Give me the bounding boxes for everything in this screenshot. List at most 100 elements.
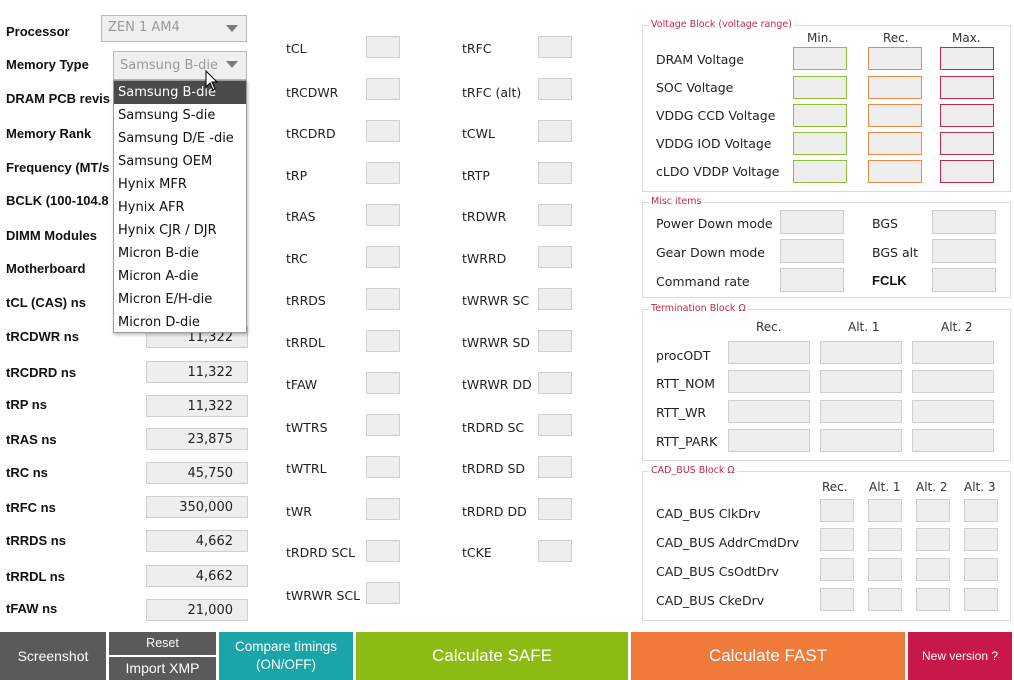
rtt-wr-alt1-field[interactable] xyxy=(820,400,902,423)
dropdown-option[interactable]: Hynix MFR xyxy=(114,173,246,196)
timing-field[interactable] xyxy=(366,288,400,310)
trfc-ns-field[interactable]: 350,000 xyxy=(146,496,248,518)
csodtdrv-alt2-field[interactable] xyxy=(916,558,950,581)
clkdrv-alt3-field[interactable] xyxy=(964,499,998,522)
soc-voltage-min-field[interactable] xyxy=(793,76,847,99)
bgs-alt-field[interactable] xyxy=(932,239,996,263)
rtt-wr-rec-field[interactable] xyxy=(728,400,810,423)
timing-field[interactable] xyxy=(366,162,400,184)
trrds-ns-field[interactable]: 4,662 xyxy=(146,530,248,552)
trp-ns-field[interactable]: 11,322 xyxy=(146,395,248,417)
dropdown-option[interactable]: Samsung OEM xyxy=(114,150,246,173)
calculate-fast-button[interactable]: Calculate FAST xyxy=(631,632,905,680)
timing-field[interactable] xyxy=(538,330,572,352)
rtt-wr-alt2-field[interactable] xyxy=(912,400,994,423)
rtt-park-alt2-field[interactable] xyxy=(912,429,994,452)
procodt-rec-field[interactable] xyxy=(728,341,810,364)
vddg-iod-min-field[interactable] xyxy=(793,132,847,155)
vddg-ccd-rec-field[interactable] xyxy=(868,104,922,127)
timing-field[interactable] xyxy=(366,330,400,352)
timing-field[interactable] xyxy=(366,372,400,394)
procodt-alt1-field[interactable] xyxy=(820,341,902,364)
processor-select[interactable]: ZEN 1 AM4 xyxy=(101,15,247,42)
vddg-iod-max-field[interactable] xyxy=(940,132,994,155)
vddg-ccd-min-field[interactable] xyxy=(793,104,847,127)
tfaw-ns-field[interactable]: 21,000 xyxy=(146,599,248,621)
import-xmp-button[interactable]: Import XMP xyxy=(109,657,216,680)
dropdown-option[interactable]: Micron D-die xyxy=(114,311,246,334)
dram-voltage-max-field[interactable] xyxy=(940,47,994,70)
dropdown-option[interactable]: Hynix CJR / DJR xyxy=(114,219,246,242)
vddg-ccd-max-field[interactable] xyxy=(940,104,994,127)
trrdl-ns-field[interactable]: 4,662 xyxy=(146,565,248,587)
new-version-button[interactable]: New version ? xyxy=(908,632,1012,680)
timing-field[interactable] xyxy=(538,498,572,520)
clkdrv-alt1-field[interactable] xyxy=(868,499,902,522)
ckedrv-alt1-field[interactable] xyxy=(868,588,902,611)
rtt-nom-rec-field[interactable] xyxy=(728,370,810,393)
timing-field[interactable] xyxy=(366,246,400,268)
dram-voltage-rec-field[interactable] xyxy=(868,47,922,70)
addrcmddrv-alt1-field[interactable] xyxy=(868,528,902,551)
timing-field[interactable] xyxy=(366,540,400,562)
cldo-vddp-max-field[interactable] xyxy=(940,160,994,183)
rtt-nom-alt2-field[interactable] xyxy=(912,370,994,393)
timing-field[interactable] xyxy=(538,540,572,562)
addrcmddrv-alt2-field[interactable] xyxy=(916,528,950,551)
compare-timings-button[interactable]: Compare timings (ON/OFF) xyxy=(219,632,353,680)
ckedrv-alt2-field[interactable] xyxy=(916,588,950,611)
screenshot-button[interactable]: Screenshot xyxy=(0,632,106,680)
tras-ns-field[interactable]: 23,875 xyxy=(146,428,248,450)
rtt-park-rec-field[interactable] xyxy=(728,429,810,452)
dropdown-option[interactable]: Micron B-die xyxy=(114,242,246,265)
dropdown-option[interactable]: Samsung B-die xyxy=(114,81,246,104)
bgs-field[interactable] xyxy=(932,210,996,234)
clkdrv-rec-field[interactable] xyxy=(820,499,854,522)
timing-field[interactable] xyxy=(538,288,572,310)
dram-voltage-min-field[interactable] xyxy=(793,47,847,70)
vddg-iod-rec-field[interactable] xyxy=(868,132,922,155)
csodtdrv-alt1-field[interactable] xyxy=(868,558,902,581)
command-rate-field[interactable] xyxy=(780,268,844,292)
power-down-field[interactable] xyxy=(780,210,844,234)
calculate-safe-button[interactable]: Calculate SAFE xyxy=(356,632,628,680)
dropdown-option[interactable]: Samsung S-die xyxy=(114,104,246,127)
trcdrd-ns-field[interactable]: 11,322 xyxy=(146,361,248,383)
ckedrv-rec-field[interactable] xyxy=(820,588,854,611)
reset-button[interactable]: Reset xyxy=(109,632,216,655)
soc-voltage-max-field[interactable] xyxy=(940,76,994,99)
addrcmddrv-alt3-field[interactable] xyxy=(964,528,998,551)
csodtdrv-rec-field[interactable] xyxy=(820,558,854,581)
cldo-vddp-rec-field[interactable] xyxy=(868,160,922,183)
gear-down-field[interactable] xyxy=(780,239,844,263)
timing-field[interactable] xyxy=(538,246,572,268)
timing-field[interactable] xyxy=(366,582,400,604)
timing-field[interactable] xyxy=(538,414,572,436)
timing-field[interactable] xyxy=(366,36,400,58)
memory-type-select[interactable]: Samsung B-die xyxy=(113,51,247,80)
rtt-nom-alt1-field[interactable] xyxy=(820,370,902,393)
timing-field[interactable] xyxy=(366,120,400,142)
timing-field[interactable] xyxy=(538,120,572,142)
clkdrv-alt2-field[interactable] xyxy=(916,499,950,522)
dropdown-option[interactable]: Micron E/H-die xyxy=(114,288,246,311)
timing-field[interactable] xyxy=(538,36,572,58)
timing-field[interactable] xyxy=(538,78,572,100)
timing-field[interactable] xyxy=(366,204,400,226)
timing-field[interactable] xyxy=(538,456,572,478)
timing-field[interactable] xyxy=(538,162,572,184)
dropdown-option[interactable]: Hynix AFR xyxy=(114,196,246,219)
soc-voltage-rec-field[interactable] xyxy=(868,76,922,99)
csodtdrv-alt3-field[interactable] xyxy=(964,558,998,581)
rtt-park-alt1-field[interactable] xyxy=(820,429,902,452)
timing-field[interactable] xyxy=(366,456,400,478)
procodt-alt2-field[interactable] xyxy=(912,341,994,364)
cldo-vddp-min-field[interactable] xyxy=(793,160,847,183)
timing-field[interactable] xyxy=(366,498,400,520)
timing-field[interactable] xyxy=(538,204,572,226)
fclk-field[interactable] xyxy=(932,268,996,292)
timing-field[interactable] xyxy=(366,414,400,436)
timing-field[interactable] xyxy=(366,78,400,100)
dropdown-option[interactable]: Micron A-die xyxy=(114,265,246,288)
trc-ns-field[interactable]: 45,750 xyxy=(146,462,248,484)
